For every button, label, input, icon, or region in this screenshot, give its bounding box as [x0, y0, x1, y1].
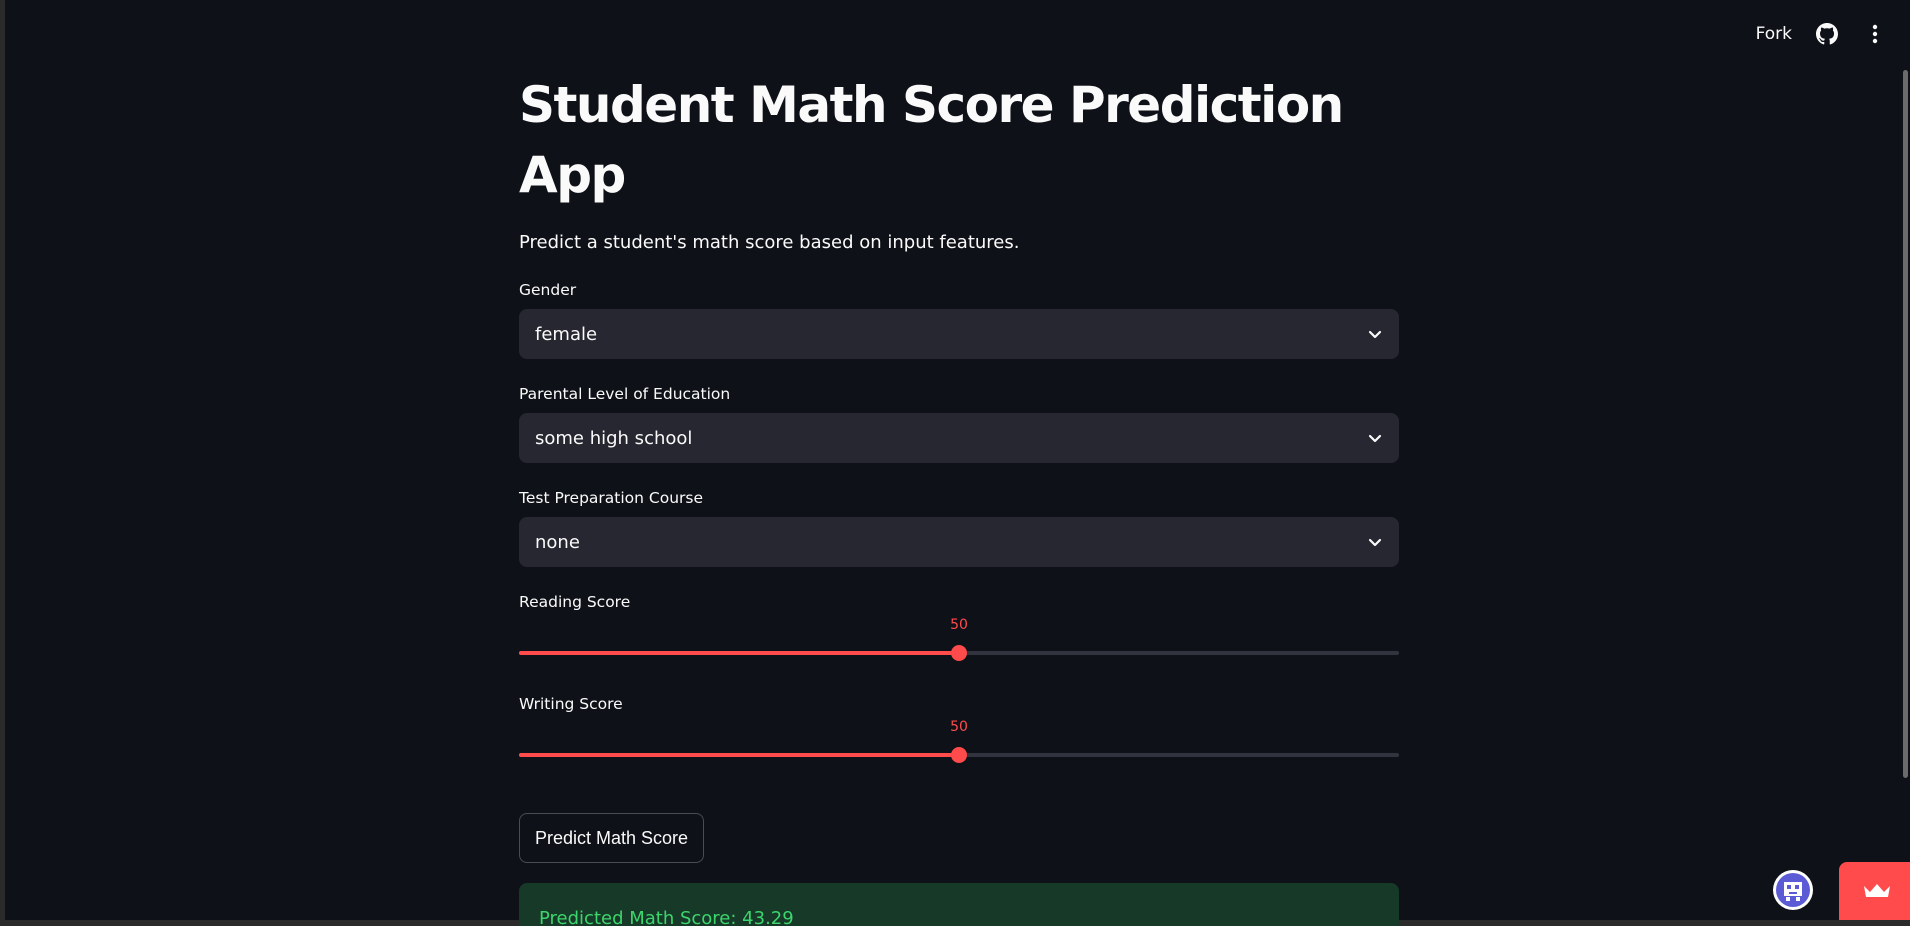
streamlit-crown-button[interactable]	[1839, 862, 1910, 920]
page-title: Student Math Score Prediction App	[519, 76, 1344, 204]
education-label: Parental Level of Education	[519, 385, 731, 403]
reading-label: Reading Score	[519, 593, 631, 611]
predict-button[interactable]: Predict Math Score	[519, 813, 705, 863]
github-icon[interactable]	[1814, 21, 1840, 47]
app-window: Fork Student Math Score Prediction App P…	[0, 0, 1910, 926]
prep-course-value: none	[535, 531, 580, 553]
writing-thumb[interactable]	[951, 747, 967, 763]
page-subtitle: Predict a student's math score based on …	[519, 232, 1020, 253]
more-vertical-icon[interactable]	[1862, 21, 1888, 47]
prep-course-label: Test Preparation Course	[519, 489, 704, 507]
writing-value: 50	[950, 719, 968, 735]
reading-field: Reading Score 50	[519, 593, 1399, 669]
reading-track-fill	[519, 651, 959, 655]
chevron-down-icon	[1368, 538, 1382, 547]
gender-value: female	[535, 323, 598, 345]
reading-track[interactable]	[519, 645, 1399, 661]
education-select[interactable]: some high school	[519, 413, 1399, 463]
reading-value: 50	[950, 617, 968, 633]
robot-avatar-icon	[1776, 873, 1810, 907]
prep-course-field: Test Preparation Course none	[519, 489, 1399, 567]
chevron-down-icon	[1368, 434, 1382, 443]
chevron-down-icon	[1368, 330, 1382, 339]
writing-track-fill	[519, 753, 959, 757]
prediction-result-text: Predicted Math Score: 43.29	[539, 907, 794, 926]
gender-label: Gender	[519, 281, 577, 299]
crown-icon	[1864, 884, 1890, 897]
scrollbar[interactable]	[1903, 70, 1908, 778]
prediction-result-alert: Predicted Math Score: 43.29	[519, 883, 1399, 926]
writing-label: Writing Score	[519, 695, 623, 713]
writing-track[interactable]	[519, 747, 1399, 763]
fork-link[interactable]: Fork	[1756, 24, 1792, 44]
gender-field: Gender female	[519, 281, 1399, 359]
avatar[interactable]	[1773, 870, 1813, 910]
education-field: Parental Level of Education some high sc…	[519, 385, 1399, 463]
top-toolbar: Fork	[1756, 0, 1910, 68]
writing-field: Writing Score 50	[519, 695, 1399, 771]
education-value: some high school	[535, 427, 693, 449]
reading-thumb[interactable]	[951, 645, 967, 661]
predict-button-row: Predict Math Score	[519, 813, 1399, 863]
writing-slider[interactable]: 50	[519, 713, 1399, 771]
prep-course-select[interactable]: none	[519, 517, 1399, 567]
main-content: Student Math Score Prediction App Predic…	[519, 70, 1399, 926]
gender-select[interactable]: female	[519, 309, 1399, 359]
reading-slider[interactable]: 50	[519, 611, 1399, 669]
